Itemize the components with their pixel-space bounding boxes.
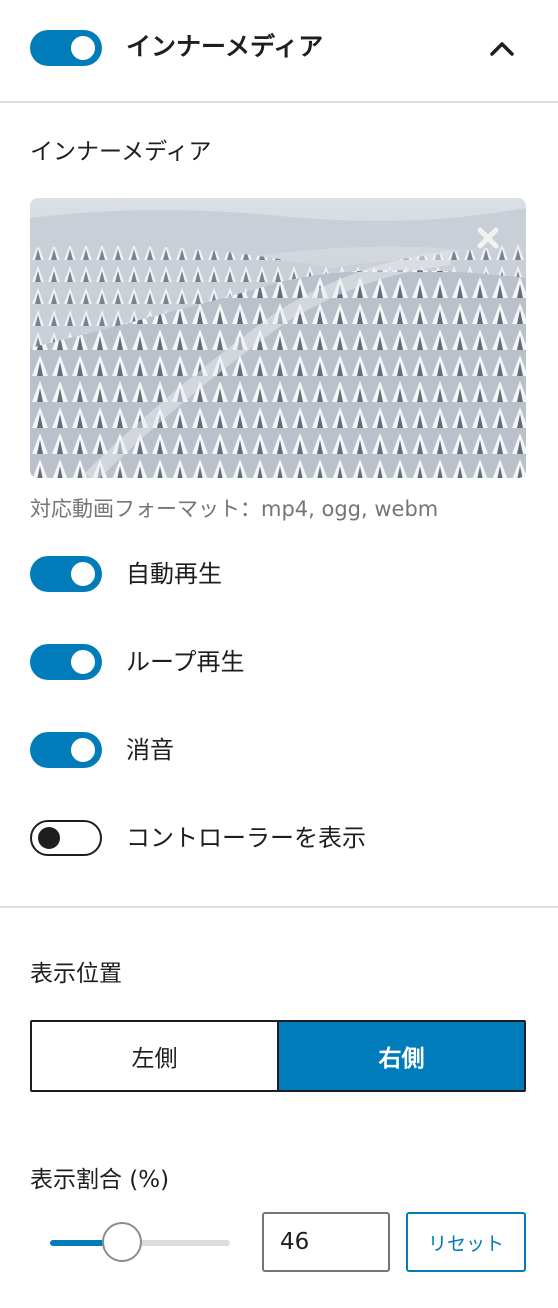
show-controls-label: コントローラーを表示 bbox=[126, 824, 366, 852]
inner-media-enable-toggle[interactable] bbox=[30, 30, 102, 66]
loop-label: ループ再生 bbox=[126, 648, 245, 676]
panel-header[interactable]: インナーメディア bbox=[0, 0, 558, 102]
ratio-slider-thumb[interactable] bbox=[102, 1222, 142, 1262]
chevron-up-icon[interactable] bbox=[486, 34, 518, 62]
media-preview[interactable] bbox=[30, 198, 526, 478]
divider bbox=[0, 906, 558, 908]
panel-title: インナーメディア bbox=[126, 32, 324, 61]
mute-toggle[interactable] bbox=[30, 732, 102, 768]
ratio-label: 表示割合 (%) bbox=[30, 1167, 170, 1193]
ratio-number-input[interactable] bbox=[262, 1212, 390, 1272]
divider bbox=[0, 101, 558, 103]
loop-toggle[interactable] bbox=[30, 644, 102, 680]
show-controls-toggle[interactable] bbox=[30, 820, 102, 856]
toggle-knob bbox=[71, 738, 95, 762]
reset-button[interactable]: リセット bbox=[406, 1212, 526, 1272]
toggle-knob bbox=[71, 650, 95, 674]
autoplay-toggle[interactable] bbox=[30, 556, 102, 592]
toggle-knob bbox=[71, 36, 95, 60]
toggle-knob bbox=[38, 827, 60, 849]
media-section-label: インナーメディア bbox=[30, 139, 212, 165]
autoplay-label: 自動再生 bbox=[126, 560, 222, 588]
mute-label: 消音 bbox=[126, 736, 174, 764]
position-right-button[interactable]: 右側 bbox=[279, 1022, 524, 1090]
position-label: 表示位置 bbox=[30, 961, 122, 987]
snowy-forest-image bbox=[30, 198, 526, 478]
position-left-button[interactable]: 左側 bbox=[32, 1022, 279, 1090]
toggle-knob bbox=[71, 562, 95, 586]
media-help-text: 対応動画フォーマット：mp4, ogg, webm bbox=[30, 497, 439, 521]
close-icon[interactable] bbox=[474, 224, 502, 252]
position-button-group: 左側 右側 bbox=[30, 1020, 526, 1092]
